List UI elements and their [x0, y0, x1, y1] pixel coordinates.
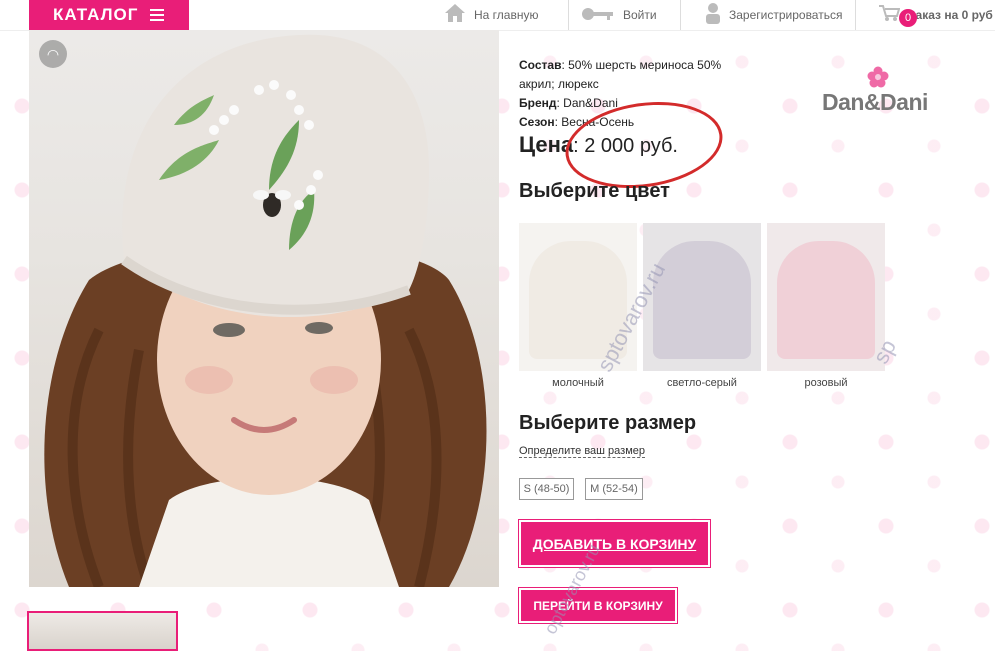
product-main-image[interactable]	[29, 30, 499, 587]
nav-cart-summary: Заказ на 0 руб	[908, 8, 993, 22]
brand-logo-text: Dan&Dani	[822, 89, 928, 115]
nav-login-link[interactable]: Войти	[568, 0, 680, 30]
color-option-pink[interactable]: розовый	[767, 223, 885, 389]
hat-thumbnail	[777, 241, 875, 359]
size-section-title: Выберите размер	[519, 412, 697, 434]
nav-home-label: На главную	[474, 8, 539, 22]
color-label: молочный	[552, 377, 604, 389]
color-label: светло-серый	[667, 377, 737, 389]
nav-register-link[interactable]: Зарегистрироваться	[680, 0, 855, 30]
product-photo-illustration	[44, 34, 487, 587]
flower-icon	[867, 66, 889, 88]
color-section-title: Выберите цвет	[519, 180, 670, 202]
product-thumbnail-active[interactable]	[27, 611, 178, 651]
size-option-m[interactable]: M (52-54)	[585, 478, 643, 500]
color-swatch	[767, 223, 885, 371]
size-option-s[interactable]: S (48-50)	[519, 478, 574, 500]
nav-register-label: Зарегистрироваться	[729, 8, 843, 22]
catalog-label: КАТАЛОГ	[53, 5, 139, 24]
menu-icon	[150, 6, 165, 24]
color-swatch	[643, 223, 761, 371]
size-guide-link[interactable]: Определите ваш размер	[519, 445, 646, 458]
cart-icon	[878, 4, 901, 26]
nav-home-link[interactable]: На главную	[436, 0, 581, 30]
hat-thumbnail	[653, 241, 751, 359]
composition-row: Состав: 50% шерсть мериноса 50% акрил; л…	[519, 58, 722, 91]
home-icon	[444, 3, 466, 27]
color-label: розовый	[804, 377, 848, 389]
cart-count-badge: 0	[899, 9, 917, 27]
add-to-cart-button[interactable]: ДОБАВИТЬ В КОРЗИНУ	[519, 520, 710, 567]
nav-login-label: Войти	[623, 8, 657, 22]
hat-icon: ◠	[39, 40, 67, 68]
nav-cart-link[interactable]: Заказ на 0 руб	[855, 0, 995, 30]
key-icon	[581, 5, 615, 25]
color-option-light-gray[interactable]: светло-серый	[643, 223, 761, 389]
catalog-button[interactable]: КАТАЛОГ	[29, 0, 189, 30]
go-to-cart-button[interactable]: ПЕРЕЙТИ В КОРЗИНУ	[519, 588, 677, 623]
top-bar: КАТАЛОГ На главную Войти Зарегистрироват…	[0, 0, 995, 31]
user-icon	[705, 2, 721, 28]
